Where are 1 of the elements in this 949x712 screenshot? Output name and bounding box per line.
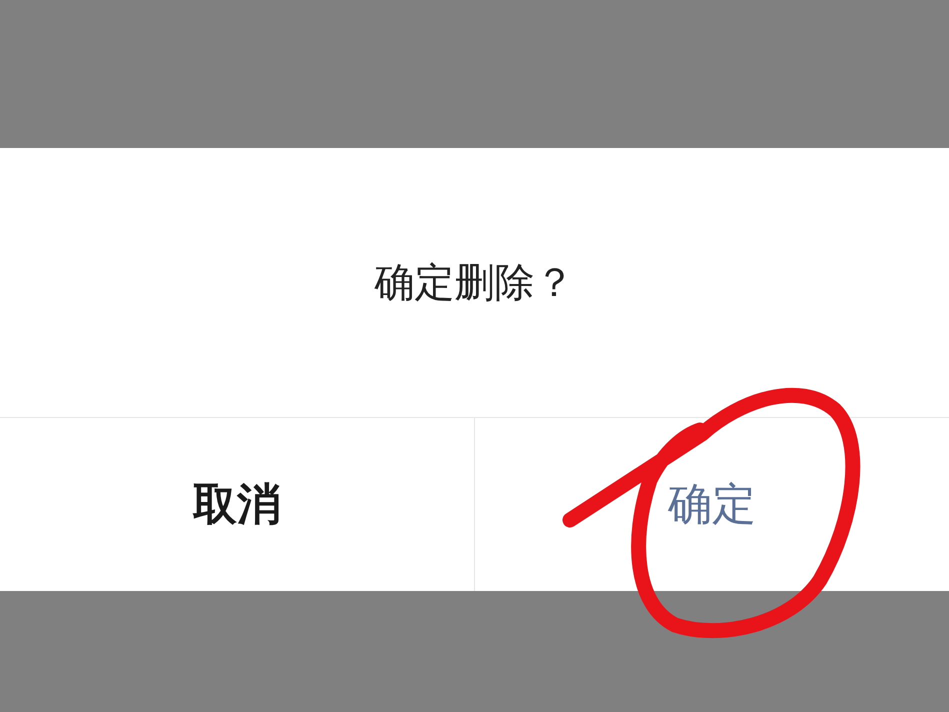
dialog-message: 确定删除？ — [374, 259, 574, 308]
